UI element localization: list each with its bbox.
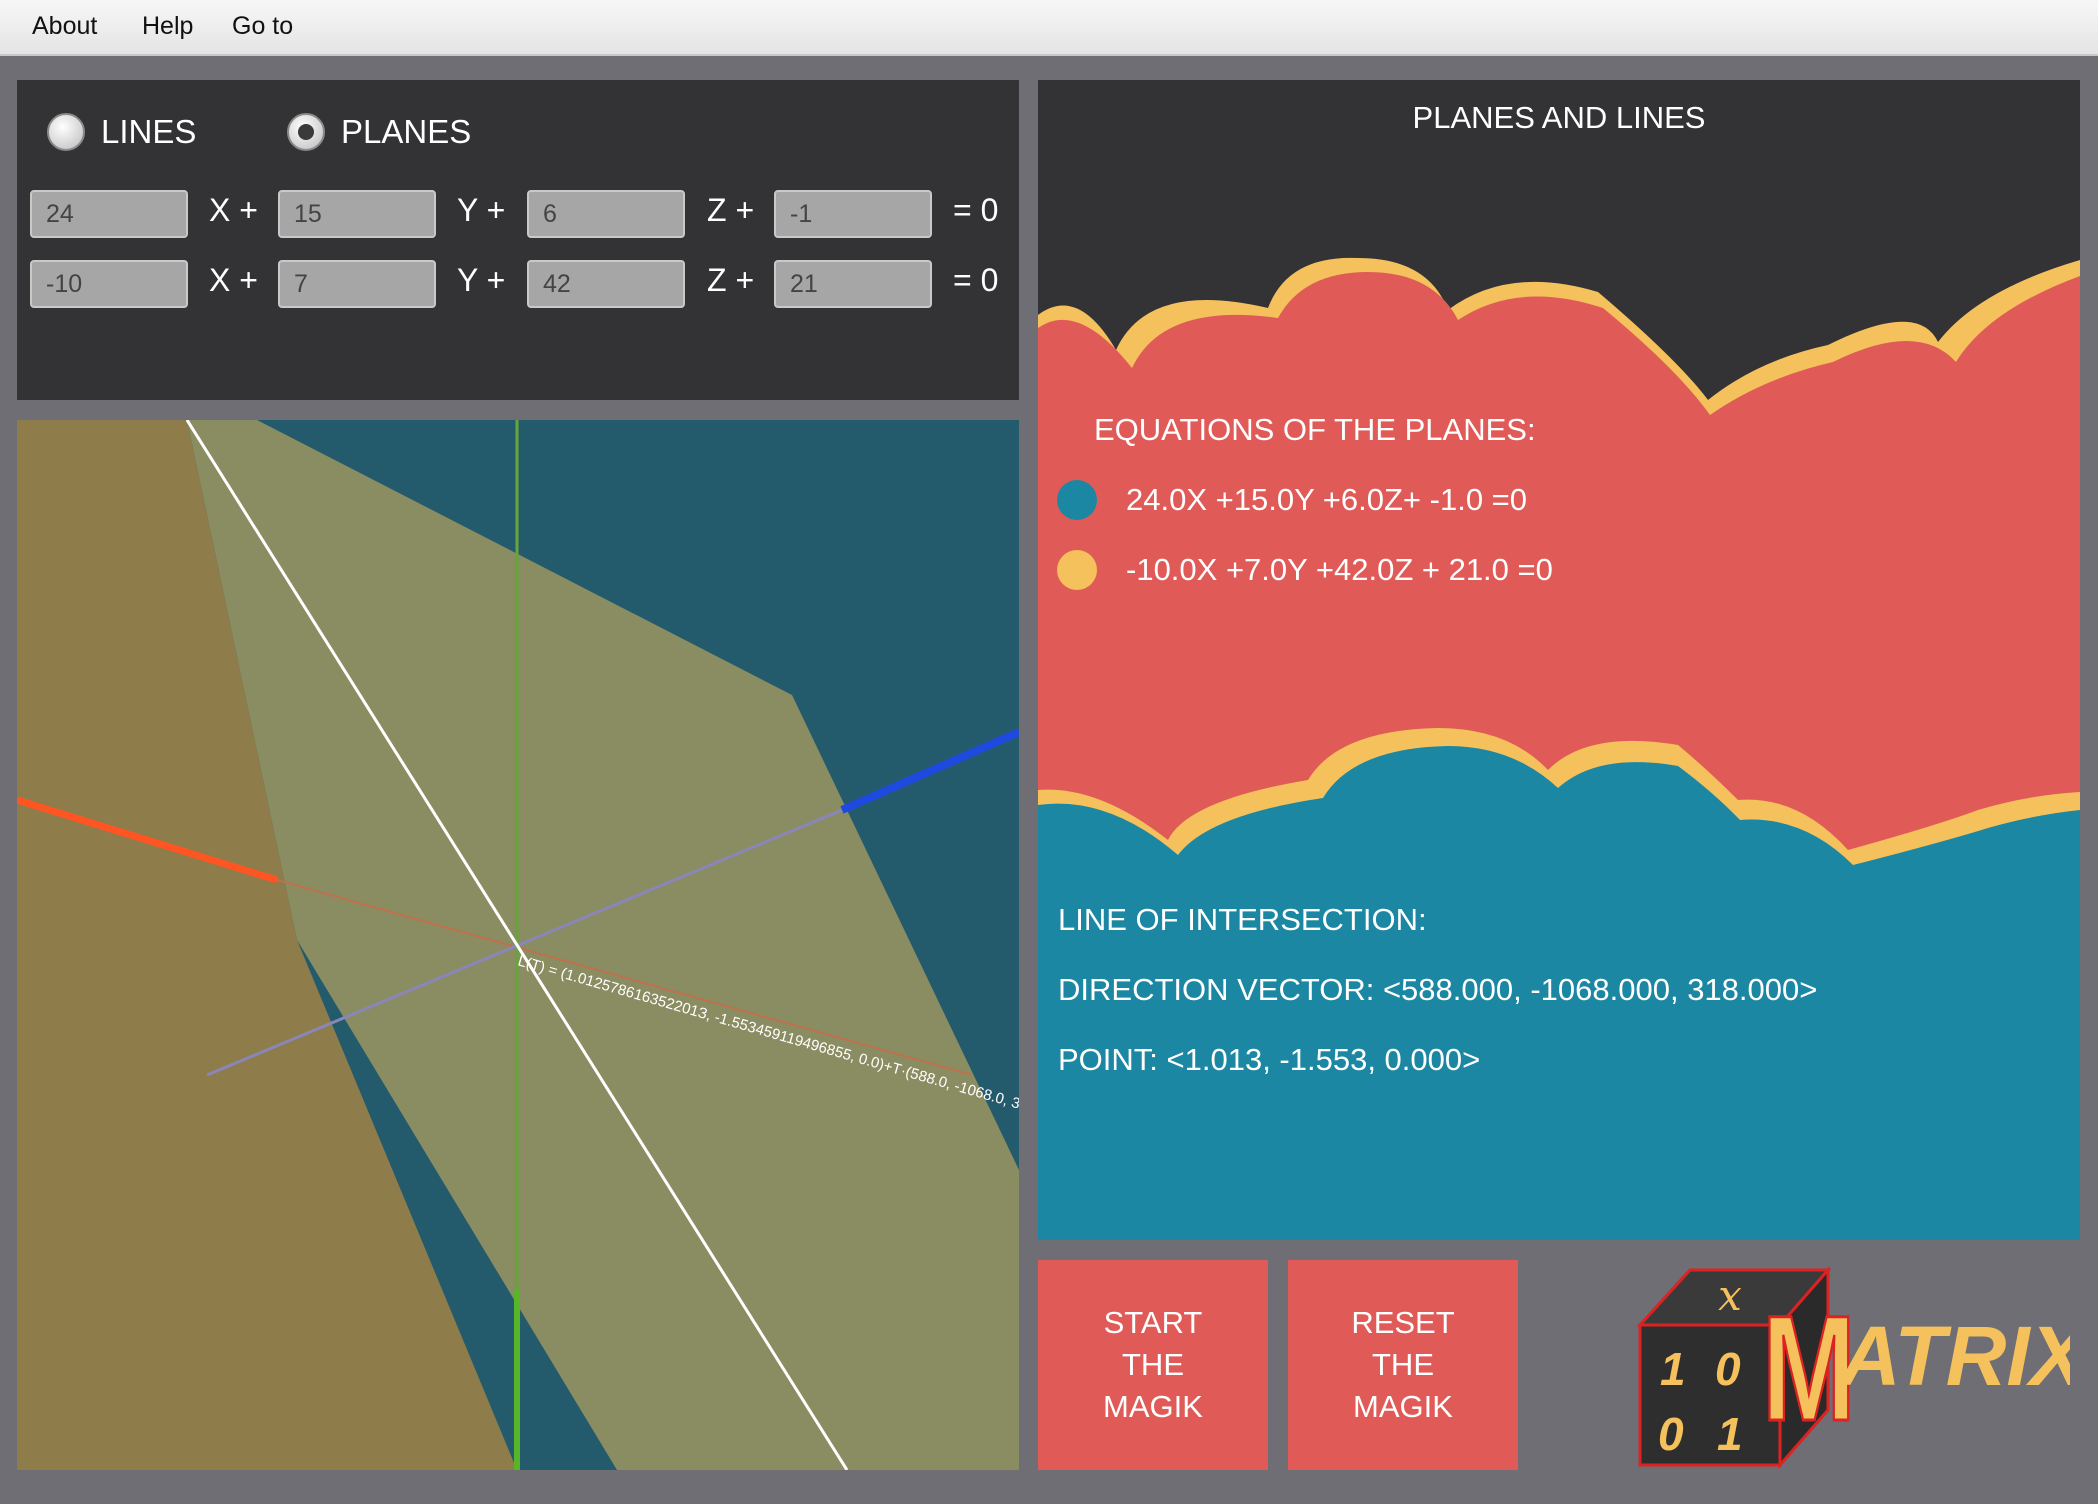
- matrix-logo: x 1 0 0 1 M ATRIX: [1630, 1260, 2091, 1484]
- equals-zero: = 0: [953, 192, 999, 228]
- planes-radio-label: PLANES: [341, 113, 472, 150]
- z-axis-blue: [840, 728, 1019, 814]
- start-magik-button[interactable]: START THE MAGIK: [1038, 1260, 1268, 1470]
- plane1-color-swatch: [1057, 480, 1097, 520]
- planes-radio[interactable]: PLANES: [287, 110, 471, 154]
- menu-about[interactable]: About: [32, 12, 97, 41]
- z-operator: Z +: [707, 192, 755, 228]
- y-operator: Y +: [457, 192, 506, 228]
- z-operator: Z +: [707, 262, 755, 298]
- plane2-constant[interactable]: [774, 260, 932, 308]
- intersection-point: POINT: <1.013, -1.553, 0.000>: [1058, 1042, 1481, 1077]
- equation-input-panel: LINES PLANES X + Y + Z + = 0 X + Y + Z +…: [17, 80, 1019, 400]
- lines-radio-dot[interactable]: [47, 113, 85, 151]
- plane1-constant[interactable]: [774, 190, 932, 238]
- equals-zero: = 0: [953, 262, 999, 298]
- reset-line-1: RESET: [1351, 1305, 1455, 1340]
- cube-top-symbol: x: [1718, 1271, 1742, 1320]
- plane1-equation: 24.0X +15.0Y +6.0Z+ -1.0 =0: [1126, 482, 1528, 517]
- plane2-x-coefficient[interactable]: [30, 260, 188, 308]
- lines-radio-label: LINES: [101, 113, 197, 150]
- planes-radio-dot[interactable]: [287, 113, 325, 151]
- info-title: PLANES AND LINES: [1412, 100, 1706, 135]
- y-operator: Y +: [457, 262, 506, 298]
- plane2-z-coefficient[interactable]: [527, 260, 685, 308]
- reset-magik-button[interactable]: RESET THE MAGIK: [1288, 1260, 1518, 1470]
- plane2-color-swatch: [1057, 550, 1097, 590]
- start-line-1: START: [1103, 1305, 1203, 1340]
- logo-word: ATRIX: [1838, 1309, 2070, 1403]
- cube-digit-4: 1: [1717, 1408, 1743, 1460]
- reset-line-3: MAGIK: [1353, 1389, 1453, 1424]
- plane2-y-coefficient[interactable]: [278, 260, 436, 308]
- 3d-viewport[interactable]: L(T) = (1.012578616352201З, -1.553459119…: [17, 420, 1019, 1470]
- plane1-z-coefficient[interactable]: [527, 190, 685, 238]
- menu-bar: About Help Go to: [0, 0, 2098, 56]
- 3d-scene: L(T) = (1.012578616352201З, -1.553459119…: [17, 420, 1019, 1470]
- plane1-x-coefficient[interactable]: [30, 190, 188, 238]
- plane2-equation: -10.0X +7.0Y +42.0Z + 21.0 =0: [1126, 552, 1553, 587]
- x-operator: X +: [209, 192, 258, 228]
- start-line-2: THE: [1122, 1347, 1184, 1382]
- start-line-3: MAGIK: [1103, 1389, 1203, 1424]
- plane1-y-coefficient[interactable]: [278, 190, 436, 238]
- info-panel: PLANES AND LINES EQUATIONS OF THE PLANES…: [1038, 80, 2080, 1240]
- direction-vector: DIRECTION VECTOR: <588.000, -1068.000, 3…: [1058, 972, 1818, 1007]
- cube-digit-3: 0: [1658, 1408, 1684, 1460]
- planes-heading: EQUATIONS OF THE PLANES:: [1094, 412, 1536, 447]
- menu-help[interactable]: Help: [142, 12, 193, 41]
- reset-line-2: THE: [1372, 1347, 1434, 1382]
- x-operator: X +: [209, 262, 258, 298]
- cube-digit-1: 1: [1660, 1343, 1686, 1395]
- matrix-logo-art: x 1 0 0 1 M ATRIX: [1636, 1266, 2091, 1469]
- menu-goto[interactable]: Go to: [232, 12, 293, 41]
- lines-radio[interactable]: LINES: [47, 110, 196, 154]
- intersection-heading: LINE OF INTERSECTION:: [1058, 902, 1427, 937]
- cube-digit-2: 0: [1715, 1343, 1741, 1395]
